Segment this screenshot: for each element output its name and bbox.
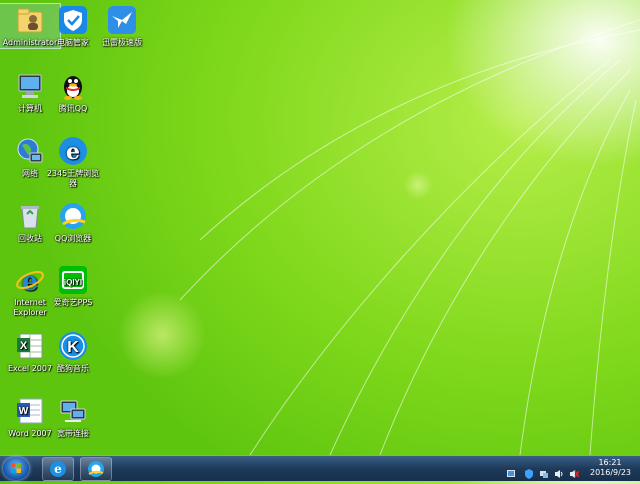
shield-icon xyxy=(57,4,89,36)
clock-date: 2016/9/23 xyxy=(590,468,632,477)
taskbar-2345-browser[interactable]: e xyxy=(42,457,74,481)
user-folder-icon xyxy=(14,4,46,36)
icon-label: 2345王牌浏览器 xyxy=(46,169,100,188)
svg-text:W: W xyxy=(19,406,29,417)
svg-text:K: K xyxy=(67,339,79,356)
tray-flag-icon[interactable] xyxy=(506,464,516,477)
network-connection-icon xyxy=(57,395,89,427)
icon-label: 迅雷极速版 xyxy=(102,38,142,47)
desktop-icon-iqiyi-pps[interactable]: iQIYI 爱奇艺PPS xyxy=(43,264,103,308)
network-globe-icon xyxy=(14,135,46,167)
desktop-icon-qq-browser[interactable]: QQ浏览器 xyxy=(43,200,103,244)
icon-label: 爱奇艺PPS xyxy=(53,298,93,307)
qq-penguin-icon xyxy=(57,70,89,102)
system-clock[interactable]: 16:21 2016/9/23 xyxy=(590,458,632,478)
tray-volume-icon[interactable] xyxy=(554,464,564,478)
recycle-bin-icon xyxy=(14,200,46,232)
tray-network-icon[interactable] xyxy=(539,464,549,478)
icon-label: 酷狗音乐 xyxy=(57,364,89,373)
icon-label: QQ浏览器 xyxy=(54,234,92,243)
desktop-icon-kugou-music[interactable]: K 酷狗音乐 xyxy=(43,330,103,374)
internet-explorer-icon: e xyxy=(14,264,46,297)
xunlei-bird-icon xyxy=(106,4,138,36)
qq-browser-icon xyxy=(57,200,89,232)
taskbar: e 16:21 2016/9/23 xyxy=(0,455,640,481)
tray-shield-icon[interactable] xyxy=(524,464,534,479)
svg-text:e: e xyxy=(54,462,62,476)
qq-browser-icon xyxy=(88,461,104,477)
svg-text:iQIYI: iQIYI xyxy=(64,278,82,287)
desktop-icon-broadband-connection[interactable]: 宽带连接 xyxy=(43,395,103,439)
word-icon: W xyxy=(14,395,46,427)
desktop-icon-xunlei-speed[interactable]: 迅雷极速版 xyxy=(92,4,152,48)
excel-icon: X xyxy=(14,330,46,362)
clock-time: 16:21 xyxy=(598,458,622,467)
taskbar-qq-browser[interactable] xyxy=(80,457,112,481)
start-button[interactable] xyxy=(3,457,29,480)
2345-browser-icon: e xyxy=(57,135,89,167)
desktop-icon-tencent-qq[interactable]: 腾讯QQ xyxy=(43,70,103,114)
2345-browser-icon: e xyxy=(50,461,66,477)
icon-label: 腾讯QQ xyxy=(58,104,88,113)
svg-text:e: e xyxy=(66,139,80,165)
kugou-icon: K xyxy=(57,330,89,362)
iqiyi-icon: iQIYI xyxy=(57,264,89,296)
computer-icon xyxy=(14,70,46,102)
svg-text:X: X xyxy=(20,340,28,352)
tray-speaker-muted-icon[interactable] xyxy=(569,464,580,478)
desktop-icon-2345-browser[interactable]: e 2345王牌浏览器 xyxy=(43,135,103,189)
icon-label: 宽带连接 xyxy=(57,429,89,438)
windows-logo-icon xyxy=(11,463,21,473)
